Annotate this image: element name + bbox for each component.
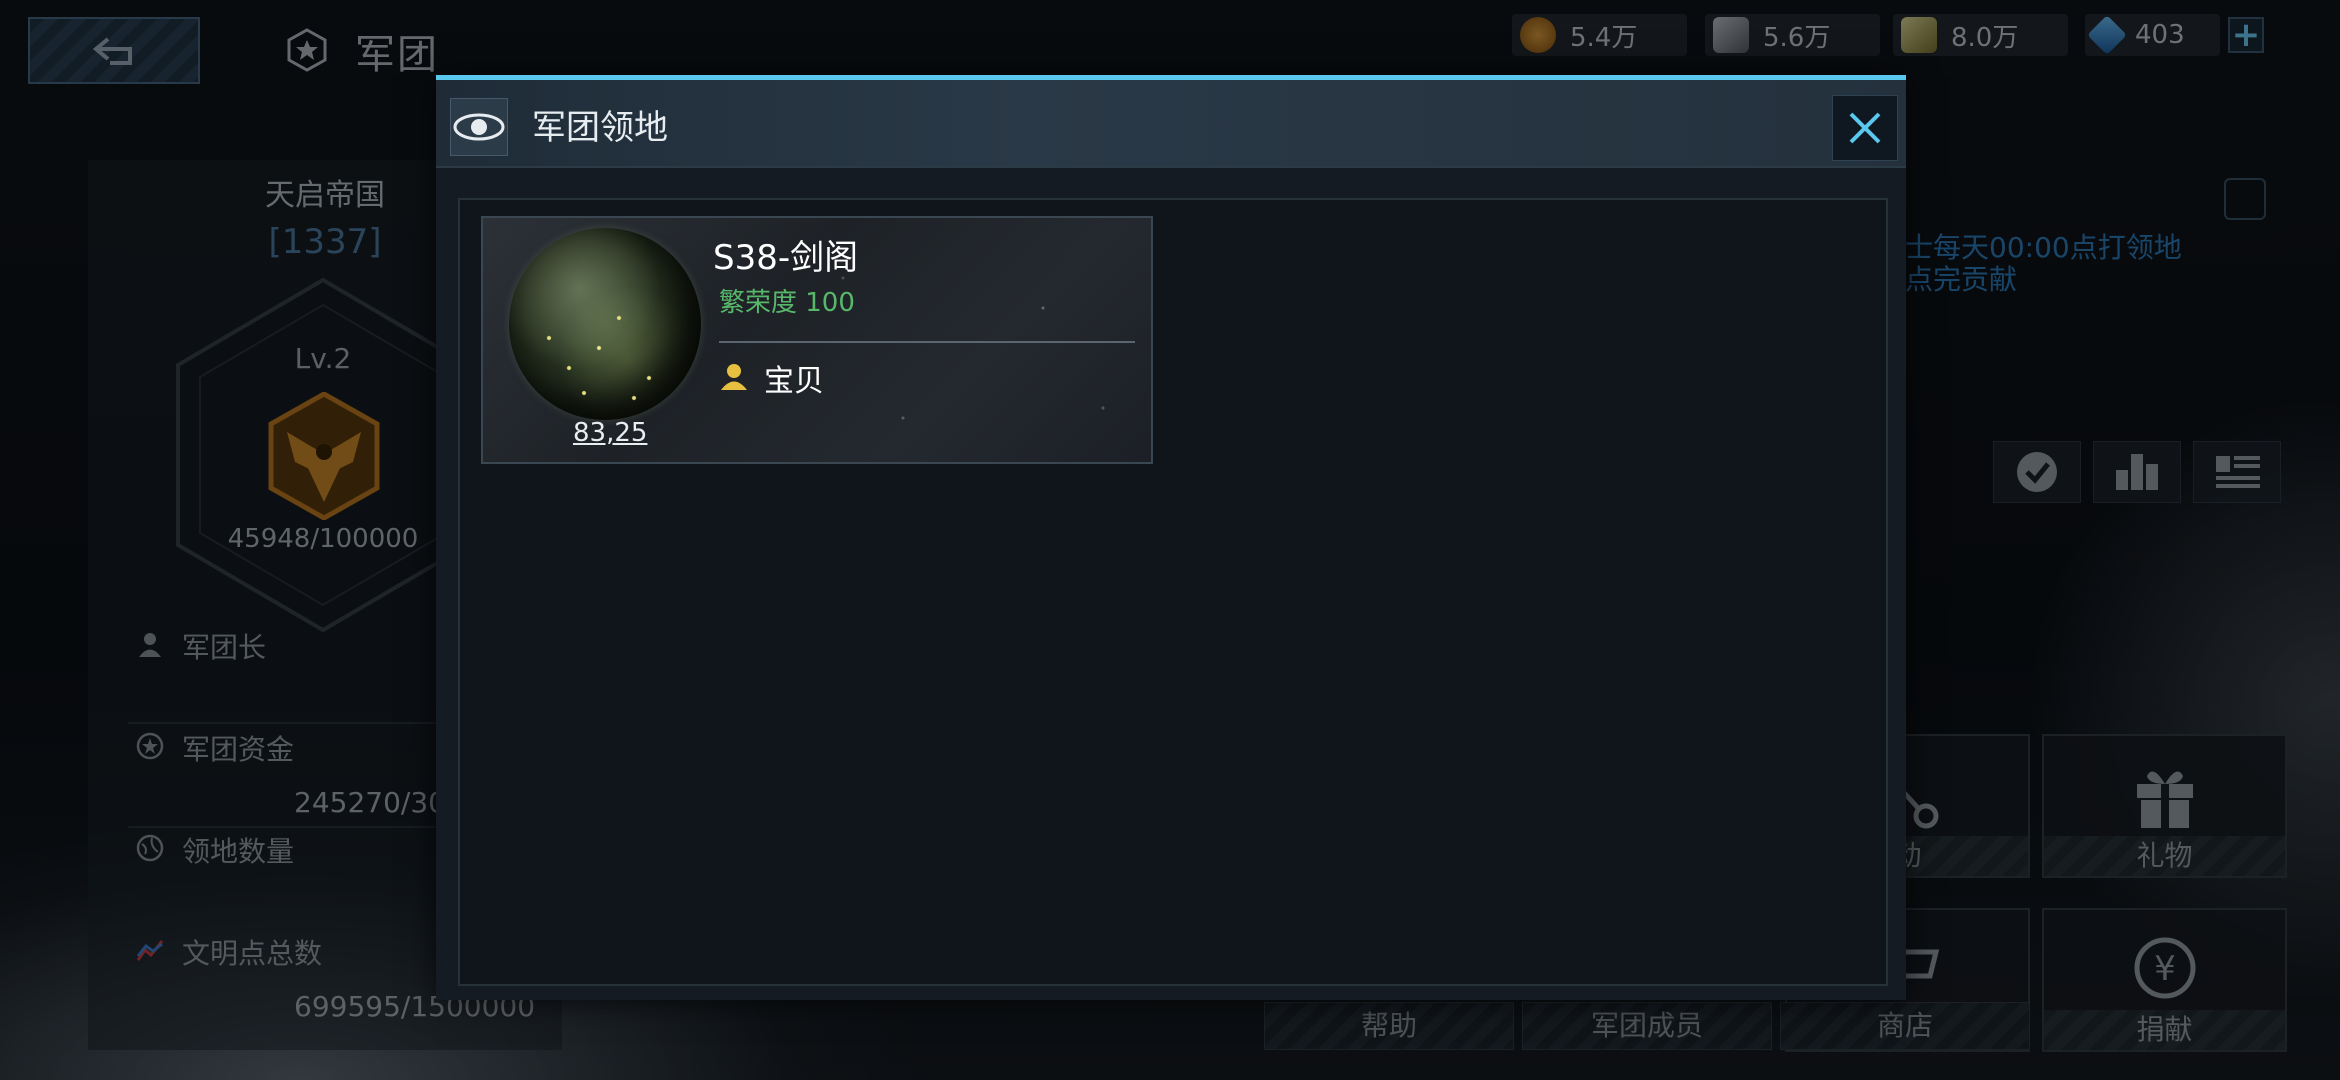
modal-header: 军团领地 <box>436 80 1906 168</box>
territory-coords-link[interactable]: 83,25 <box>573 418 647 448</box>
territory-card[interactable]: 83,25 S38-剑阁 繁荣度 100 宝贝 <box>481 216 1153 464</box>
card-divider <box>719 341 1135 343</box>
territory-prosperity: 繁荣度 100 <box>719 288 855 318</box>
eye-planet-icon <box>450 98 508 156</box>
close-button[interactable] <box>1832 95 1898 161</box>
modal-title: 军团领地 <box>532 108 668 148</box>
territory-owner: 宝贝 <box>764 364 824 399</box>
owner-icon <box>721 364 747 390</box>
planet-image <box>509 228 701 420</box>
territory-modal: 军团领地 <box>436 75 1906 1000</box>
territory-name: S38-剑阁 <box>713 238 859 278</box>
close-icon <box>1849 112 1881 144</box>
